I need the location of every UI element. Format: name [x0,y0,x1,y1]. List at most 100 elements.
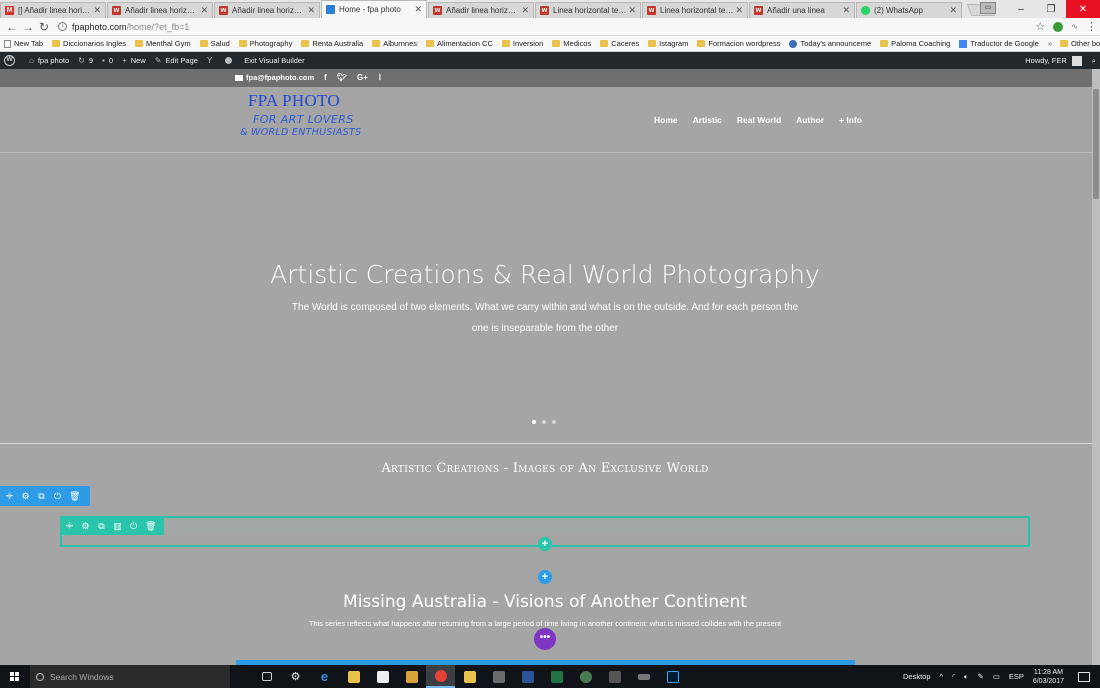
language-indicator[interactable]: ESP [1009,672,1024,681]
power-icon[interactable]: ⏻ [53,491,62,502]
settings-icon[interactable]: ⚙ [281,665,310,688]
app-green-icon[interactable] [571,665,600,688]
bookmark-item[interactable]: Alimentacion CC [426,39,493,48]
nav-author[interactable]: Author [796,115,824,125]
tab-close-icon[interactable]: ✕ [200,5,208,16]
address-bar[interactable]: i fpaphoto.com/home/?et_fb=1 [58,20,1029,34]
file-explorer-icon[interactable] [339,665,368,688]
bookmark-item[interactable]: Today's announceme [789,39,871,48]
duplicate-icon[interactable]: ⧉ [37,491,46,502]
contact-email[interactable]: fpa@fpaphoto.com [246,73,314,82]
bookmark-item[interactable]: Alburnnes [372,39,417,48]
builder-more-button[interactable]: ••• [534,628,556,650]
admin-yoast[interactable]: Y [207,56,216,65]
folder-icon[interactable] [455,665,484,688]
tab-close-icon[interactable]: ✕ [949,5,957,16]
power-icon[interactable]: ⏻ [129,521,138,532]
profile-button[interactable]: ▭ [980,2,996,14]
tab-close-icon[interactable]: ✕ [735,5,743,16]
nav-more-info[interactable]: + Info [839,115,862,125]
media-icon[interactable] [397,665,426,688]
slider-dot[interactable] [532,420,536,424]
minimize-button[interactable]: – [1006,0,1036,18]
nav-real-world[interactable]: Real World [737,115,781,125]
store-icon[interactable] [368,665,397,688]
back-button[interactable]: ← [4,20,20,34]
nav-artistic[interactable]: Artistic [693,115,722,125]
gear-icon[interactable]: ⚙ [21,491,30,502]
tab-close-icon[interactable]: ✕ [414,4,422,15]
tab-close-icon[interactable]: ✕ [93,5,101,16]
task-view-icon[interactable] [252,665,281,688]
more-bookmarks-chevron[interactable]: » [1048,39,1052,48]
bookmark-item[interactable]: Istagram [648,39,688,48]
extension-2-icon[interactable]: ∿ [1071,22,1078,31]
start-button[interactable] [0,665,30,688]
chrome-menu-icon[interactable]: ⋮ [1086,20,1097,33]
duplicate-icon[interactable]: ⧉ [97,521,106,532]
site-info-icon[interactable]: i [58,22,67,31]
google-plus-icon[interactable]: G+ [357,73,368,82]
bookmark-item[interactable]: Paloma Coaching [880,39,950,48]
chrome-icon[interactable] [426,665,455,688]
bookmark-item[interactable]: Diccionarios Ingles [52,39,126,48]
move-icon[interactable]: ✛ [65,521,74,532]
admin-new[interactable]: + New [122,56,146,65]
exit-visual-builder[interactable]: Exit Visual Builder [244,56,304,65]
app-arrow-icon[interactable] [629,665,658,688]
trash-icon[interactable]: 🗑︎ [145,521,156,532]
admin-search-icon[interactable]: ⌕ [1092,56,1096,66]
desktop-label[interactable]: Desktop [903,672,931,681]
close-window-button[interactable]: ✕ [1066,0,1100,18]
admin-edit-page[interactable]: ✎ Edit Page [155,56,198,65]
browser-tab[interactable]: Home - fpa photo ✕ [321,0,427,18]
browser-tab[interactable]: (2) WhatsApp ✕ [856,2,962,18]
bookmark-item[interactable]: Caceres [600,39,639,48]
bookmark-item[interactable]: Inversion [501,39,543,48]
excel-icon[interactable] [542,665,571,688]
page-scrollbar[interactable] [1092,69,1100,665]
browser-tab[interactable]: w Añadir linea horizontal ✕ [107,2,213,18]
bookmark-item[interactable]: Medicos [552,39,591,48]
admin-comments[interactable]: ▪ 0 [102,56,113,65]
reload-button[interactable]: ↻ [36,20,52,34]
other-bookmarks[interactable]: Other bookmarks [1060,39,1100,48]
gear-icon[interactable]: ⚙ [81,521,90,532]
tab-close-icon[interactable]: ✕ [842,5,850,16]
edge-icon[interactable]: e [310,665,339,688]
taskbar-search[interactable]: Search Windows [30,665,230,688]
nav-home[interactable]: Home [654,115,678,125]
word-icon[interactable] [513,665,542,688]
avatar[interactable] [1071,55,1082,66]
bookmark-star-icon[interactable]: ☆ [1035,20,1045,33]
admin-updates[interactable]: ↻ 9 [78,56,93,65]
gallery-icon[interactable] [484,665,513,688]
tab-close-icon[interactable]: ✕ [521,5,529,16]
calculator-icon[interactable] [600,665,629,688]
bookmark-item[interactable]: Salud [199,39,230,48]
tray-chevron-icon[interactable]: ^ [940,672,944,681]
bookmark-item[interactable]: Renta Australia [301,39,363,48]
tab-close-icon[interactable]: ✕ [628,5,636,16]
browser-tab[interactable]: w Añadir una linea ✕ [749,2,855,18]
bookmark-item[interactable]: Photography [238,39,292,48]
volume-icon[interactable]: 🔈︎ [964,672,969,682]
scroll-thumb[interactable] [1093,89,1099,199]
admin-site-name[interactable]: ⌂ fpa photo [29,56,69,65]
add-row-button[interactable]: + [538,537,552,551]
bookmark-item[interactable]: New Tab [4,39,43,48]
facebook-icon[interactable]: f [324,73,327,82]
forward-button[interactable]: → [20,20,36,34]
add-section-button[interactable]: + [538,570,552,584]
maximize-button[interactable]: ❐ [1036,0,1066,18]
browser-tab[interactable]: w Linea horizontal templ. ✕ [642,2,748,18]
twitter-icon[interactable]: 🐦︎ [337,73,347,82]
wordpress-logo-icon[interactable]: W [4,55,15,66]
move-icon[interactable]: ✛ [5,491,14,502]
browser-tab[interactable]: M [] Añadir linea horizontal✕ [0,2,106,18]
pen-icon[interactable]: ✎ [977,672,983,681]
browser-tab[interactable]: w Linea horizontal templ. ✕ [535,2,641,18]
rss-icon[interactable]: ⌇ [378,73,382,82]
keyboard-icon[interactable]: ▭ [993,672,1000,681]
extension-icon[interactable] [1053,21,1064,32]
